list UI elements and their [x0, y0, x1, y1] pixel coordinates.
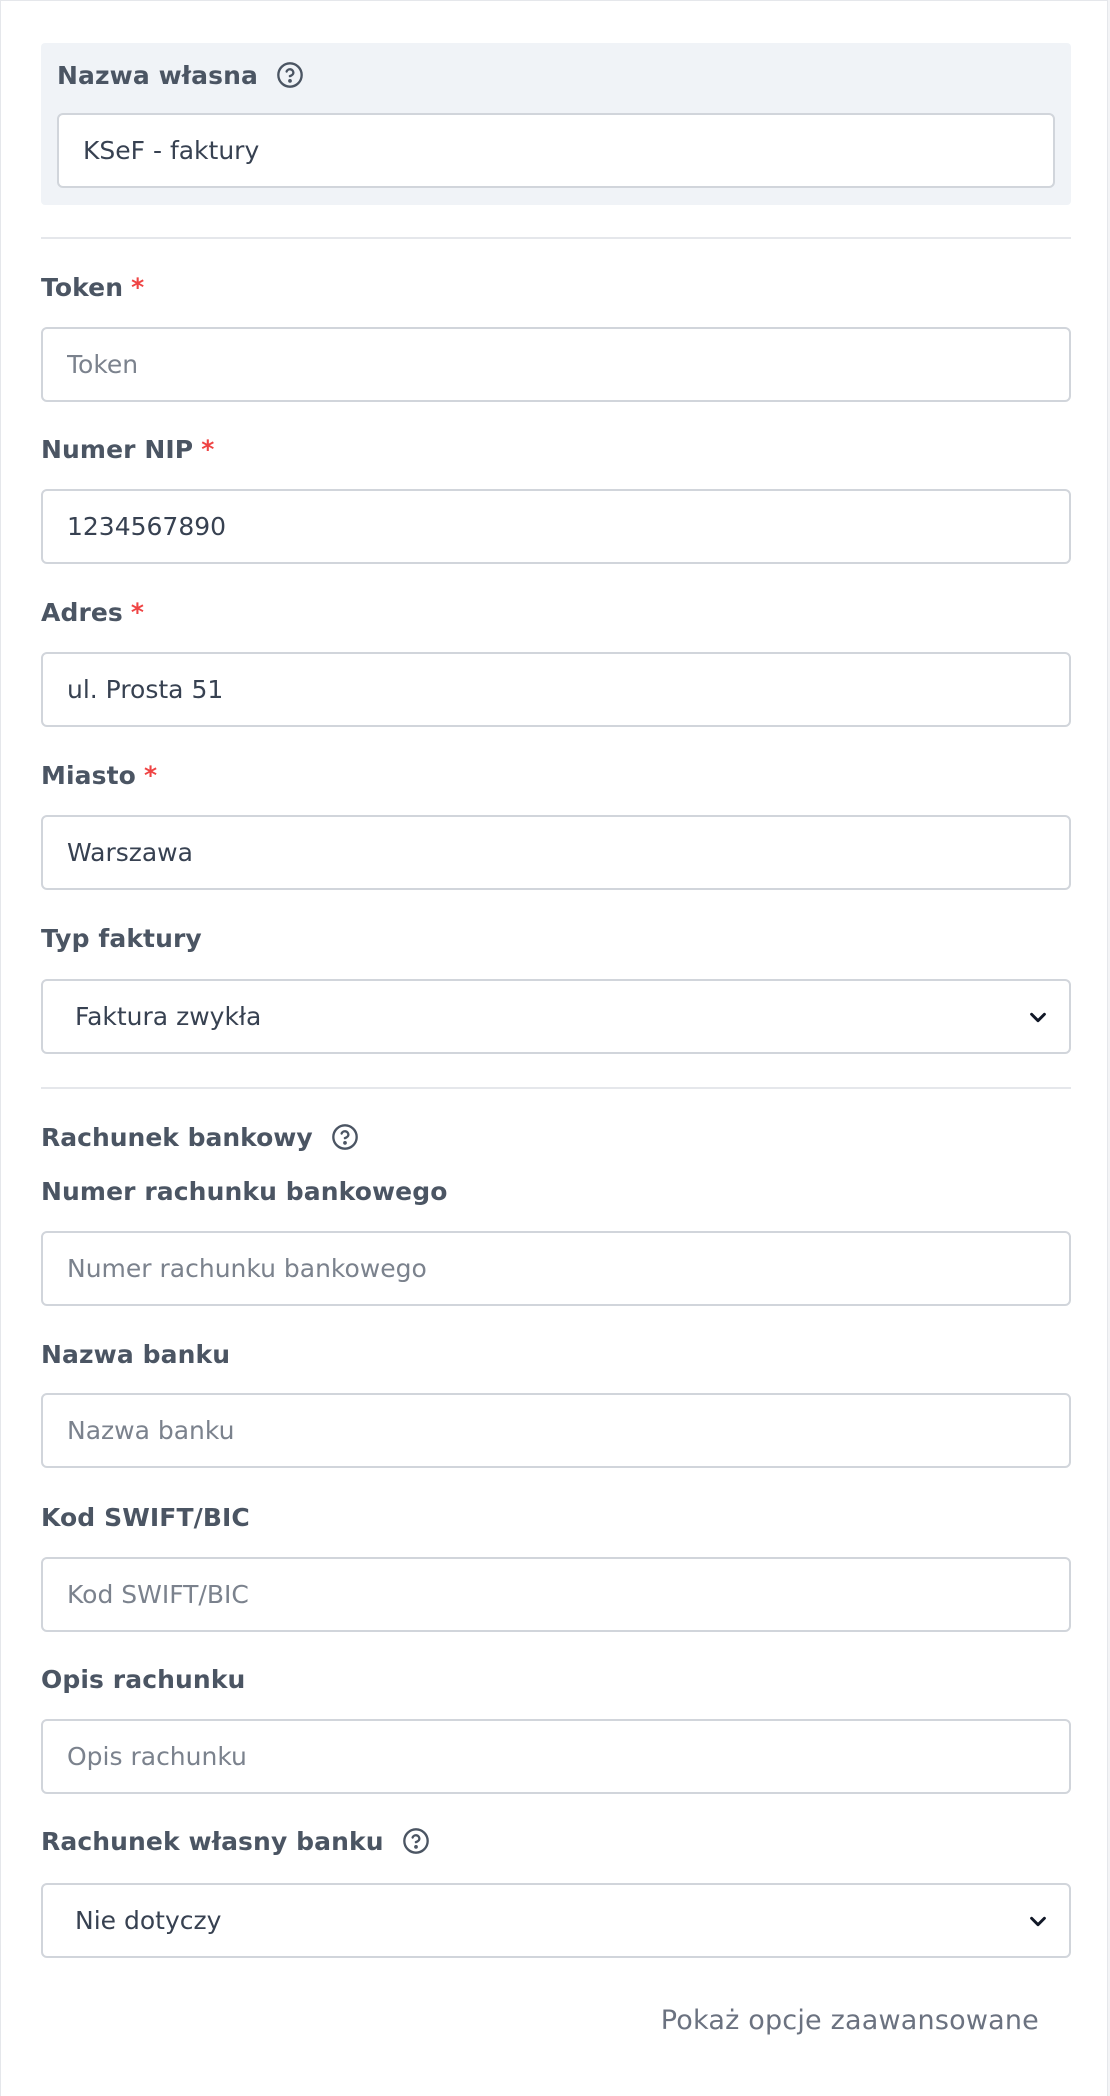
address-input[interactable] — [41, 652, 1071, 727]
account-number-input[interactable] — [41, 1231, 1071, 1306]
address-label-text: Adres — [41, 598, 123, 627]
invoice-type-selected: Faktura zwykła — [75, 1002, 262, 1031]
divider — [41, 1087, 1071, 1089]
name-section: Nazwa własna — [41, 43, 1071, 205]
chevron-down-icon — [1030, 1012, 1046, 1022]
own-account-select[interactable]: Nie dotyczy — [41, 1883, 1071, 1958]
custom-name-input[interactable] — [57, 113, 1055, 188]
nip-label-text: Numer NIP — [41, 435, 194, 464]
bank-account-title-text: Rachunek bankowy — [41, 1123, 313, 1152]
question-circle-icon[interactable] — [331, 1123, 359, 1151]
bank-name-input[interactable] — [41, 1393, 1071, 1468]
swift-input[interactable] — [41, 1557, 1071, 1632]
own-account-label: Rachunek własny banku — [41, 1827, 430, 1856]
divider — [41, 237, 1071, 239]
account-number-label-text: Numer rachunku bankowego — [41, 1177, 448, 1206]
city-label-text: Miasto — [41, 761, 136, 790]
required-marker: * — [143, 761, 158, 790]
token-label: Token * — [41, 273, 144, 302]
show-advanced-options-link[interactable]: Pokaż opcje zaawansowane — [661, 2005, 1039, 2036]
bank-name-label: Nazwa banku — [41, 1340, 230, 1369]
required-marker: * — [201, 435, 215, 464]
token-input[interactable] — [41, 327, 1071, 402]
address-label: Adres * — [41, 598, 144, 627]
bank-name-label-text: Nazwa banku — [41, 1340, 231, 1369]
nip-label: Numer NIP * — [41, 435, 214, 464]
nip-input[interactable] — [41, 489, 1071, 564]
account-number-label: Numer rachunku bankowego — [41, 1177, 448, 1206]
ksef-form-card: Nazwa własna Token* Numer NIP* Adres* Mi… — [0, 0, 1108, 2096]
token-label-text: Token — [41, 273, 124, 302]
own-account-label-text: Rachunek własny banku — [41, 1827, 384, 1856]
city-label: Miasto * — [41, 761, 157, 790]
custom-name-label-text: Nazwa własna — [57, 61, 259, 90]
bank-account-section-title: Rachunek bankowy — [41, 1123, 359, 1152]
chevron-down-icon — [1030, 1916, 1046, 1926]
swift-label: Kod SWIFT/BIC — [41, 1503, 250, 1532]
question-circle-icon[interactable] — [402, 1827, 430, 1855]
account-description-label: Opis rachunku — [41, 1665, 245, 1694]
own-account-selected: Nie dotyczy — [75, 1906, 222, 1935]
required-marker: * — [130, 598, 145, 627]
invoice-type-select[interactable]: Faktura zwykła — [41, 979, 1071, 1054]
account-description-label-text: Opis rachunku — [41, 1665, 246, 1694]
invoice-type-label-text: Typ faktury — [41, 924, 202, 953]
city-input[interactable] — [41, 815, 1071, 890]
question-circle-icon[interactable] — [276, 61, 304, 89]
required-marker: * — [131, 273, 145, 302]
custom-name-label: Nazwa własna — [57, 61, 304, 90]
swift-label-text: Kod SWIFT/BIC — [41, 1503, 250, 1532]
invoice-type-label: Typ faktury — [41, 924, 202, 953]
account-description-input[interactable] — [41, 1719, 1071, 1794]
